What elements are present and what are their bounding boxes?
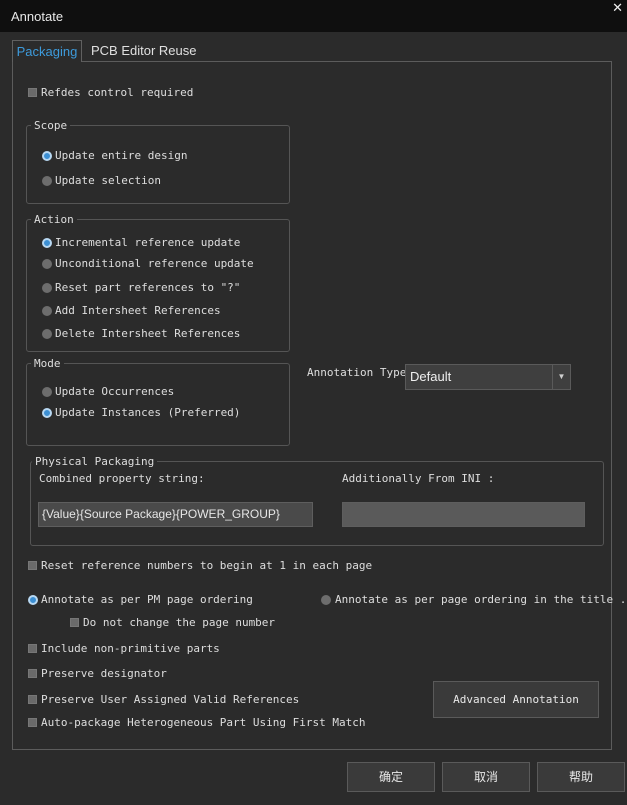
annotation-type-select[interactable]: Default ▼ xyxy=(405,364,571,390)
refdes-label: Refdes control required xyxy=(41,86,194,99)
action-radio-delete-intersheet[interactable] xyxy=(42,329,52,339)
action-radio-reset[interactable] xyxy=(42,283,52,293)
no-change-page-checkbox[interactable] xyxy=(70,618,79,627)
mode-option-occurrences: Update Occurrences xyxy=(55,385,175,398)
physical-packaging-legend: Physical Packaging xyxy=(32,455,158,468)
action-radio-unconditional[interactable] xyxy=(42,259,52,269)
window-title: Annotate xyxy=(11,9,64,24)
action-radio-incremental[interactable] xyxy=(42,238,52,248)
help-button[interactable]: 帮助 xyxy=(537,762,625,792)
autopackage-checkbox[interactable] xyxy=(28,718,37,727)
refdes-checkbox[interactable] xyxy=(28,88,37,97)
advanced-annotation-button[interactable]: Advanced Annotation xyxy=(433,681,599,718)
chevron-down-icon[interactable]: ▼ xyxy=(552,365,570,389)
mode-group xyxy=(26,363,290,446)
annotation-type-label: Annotation Type xyxy=(307,366,407,379)
close-icon[interactable]: ✕ xyxy=(612,1,623,16)
scope-option-entire: Update entire design xyxy=(55,149,188,162)
reset-numbers-checkbox[interactable] xyxy=(28,561,37,570)
tab-pcb-editor-reuse[interactable]: PCB Editor Reuse xyxy=(91,40,197,61)
scope-radio-entire[interactable] xyxy=(42,151,52,161)
ok-button[interactable]: 确定 xyxy=(347,762,435,792)
include-nonprimitive-checkbox[interactable] xyxy=(28,644,37,653)
action-legend: Action xyxy=(31,213,77,226)
scope-radio-selection[interactable] xyxy=(42,176,52,186)
combined-property-input[interactable]: {Value}{Source Package}{POWER_GROUP} xyxy=(38,502,313,527)
title-bar: Annotate ✕ xyxy=(0,0,627,32)
autopackage-label: Auto-package Heterogeneous Part Using Fi… xyxy=(41,716,366,729)
include-nonprimitive-label: Include non-primitive parts xyxy=(41,642,220,655)
mode-option-instances: Update Instances (Preferred) xyxy=(55,406,241,419)
mode-radio-instances[interactable] xyxy=(42,408,52,418)
cancel-button[interactable]: 取消 xyxy=(442,762,530,792)
scope-option-selection: Update selection xyxy=(55,174,161,187)
action-option-add-intersheet: Add Intersheet References xyxy=(55,304,221,317)
scope-group xyxy=(26,125,290,204)
annotate-pm-label: Annotate as per PM page ordering xyxy=(41,593,253,606)
tab-packaging[interactable]: Packaging xyxy=(12,40,82,62)
additional-ini-label: Additionally From INI : xyxy=(342,472,495,485)
preserve-designator-label: Preserve designator xyxy=(41,667,167,680)
no-change-page-label: Do not change the page number xyxy=(83,616,276,629)
action-radio-add-intersheet[interactable] xyxy=(42,306,52,316)
annotation-type-value: Default xyxy=(410,369,452,384)
mode-legend: Mode xyxy=(31,357,64,370)
annotate-title-radio[interactable] xyxy=(321,595,331,605)
action-option-reset: Reset part references to "?" xyxy=(55,281,241,294)
action-option-unconditional: Unconditional reference update xyxy=(55,257,254,270)
combined-property-label: Combined property string: xyxy=(39,472,205,485)
scope-legend: Scope xyxy=(31,119,71,132)
action-option-incremental: Incremental reference update xyxy=(55,236,241,249)
preserve-designator-checkbox[interactable] xyxy=(28,669,37,678)
annotate-pm-radio[interactable] xyxy=(28,595,38,605)
annotate-title-label: Annotate as per page ordering in the tit… xyxy=(335,593,627,606)
reset-numbers-label: Reset reference numbers to begin at 1 in… xyxy=(41,559,373,572)
additional-ini-input[interactable] xyxy=(342,502,585,527)
action-option-delete-intersheet: Delete Intersheet References xyxy=(55,327,241,340)
mode-radio-occurrences[interactable] xyxy=(42,387,52,397)
preserve-user-checkbox[interactable] xyxy=(28,695,37,704)
preserve-user-label: Preserve User Assigned Valid References xyxy=(41,693,300,706)
